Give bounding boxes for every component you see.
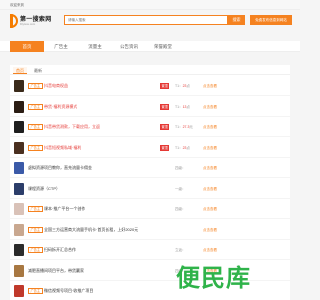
item-thumbnail xyxy=(14,182,24,195)
view-link[interactable]: 点击查看 xyxy=(203,227,217,233)
meta-label: 立返： xyxy=(175,248,186,252)
meta-unit: 元 xyxy=(189,125,193,129)
search-input[interactable] xyxy=(65,16,227,24)
listing-tabs: 首页 最新 xyxy=(10,65,290,75)
list-item[interactable]: 广告主 抖音短视频私域·福利 置顶 T1：23点 点击查看 xyxy=(10,138,290,158)
item-thumbnail xyxy=(14,80,24,92)
item-thumbnail xyxy=(14,100,24,113)
meta-unit: 点 xyxy=(186,104,191,109)
item-title[interactable]: 抖音带货测款，下载应用，立返 xyxy=(44,124,100,130)
item-meta: 四级： xyxy=(175,165,186,171)
pinned-badge: 置顶 xyxy=(160,83,170,89)
tab-latest[interactable]: 最新 xyxy=(31,67,45,74)
item-tag: 广告主 xyxy=(28,103,43,110)
list-item[interactable]: 课程资源（CTP） 一级： 点击查看 xyxy=(10,179,290,199)
meta-unit: 点 xyxy=(186,84,191,88)
search-button[interactable]: 搜索 xyxy=(228,15,245,25)
view-link[interactable]: 点击查看 xyxy=(203,206,217,212)
item-thumbnail xyxy=(14,244,24,256)
list-item[interactable]: 广告主 课本·推广平台一个创作 四级： 点击查看 xyxy=(10,199,290,219)
view-link[interactable]: 点击查看 xyxy=(203,104,217,110)
meta-unit: 点 xyxy=(186,145,191,150)
meta-label: T1： xyxy=(175,84,183,88)
list-item[interactable]: 广告主 带货·福利资源模式 置顶 T1：13点 点击查看 xyxy=(10,97,290,117)
meta-label: 一级： xyxy=(175,186,186,191)
item-tag: 广告主 xyxy=(28,144,43,151)
view-link[interactable]: 点击查看 xyxy=(203,83,217,89)
pinned-badge: 置顶 xyxy=(160,124,170,130)
view-link[interactable]: 点击查看 xyxy=(203,247,217,253)
item-title[interactable]: 课程资源（CTP） xyxy=(28,186,60,192)
list-item[interactable]: 广告主 抖音电商权益 置顶 T1：23点 点击查看 xyxy=(10,76,290,96)
item-tag: 广告主 xyxy=(28,288,43,294)
search-box xyxy=(64,15,228,25)
item-meta: T1：23点 xyxy=(175,83,190,89)
item-title[interactable]: 抖音电商权益 xyxy=(44,83,68,89)
item-thumbnail xyxy=(14,141,24,154)
item-tag: 广告主 xyxy=(28,247,43,253)
view-link[interactable]: 点击查看 xyxy=(203,145,217,151)
item-thumbnail xyxy=(14,223,24,236)
nav-item-advertiser[interactable]: 广告主 xyxy=(44,41,78,52)
item-meta: T1：27.3元 xyxy=(175,124,193,130)
pinned-badge: 置顶 xyxy=(160,144,170,151)
logo-icon xyxy=(10,14,18,28)
item-thumbnail xyxy=(14,285,24,297)
item-meta: 立返： xyxy=(175,247,186,253)
main-nav: 首页 广告主 流量主 公告资讯 荣誉殿堂 xyxy=(0,41,300,52)
view-link[interactable]: 点击查看 xyxy=(203,165,217,171)
item-thumbnail xyxy=(14,162,24,174)
item-title[interactable]: 扫码拆开汇总合作 xyxy=(44,247,76,253)
item-meta: 一级： xyxy=(175,186,186,192)
item-thumbnail xyxy=(14,121,24,133)
item-title[interactable]: 抖音短视频私域·福利 xyxy=(44,145,81,151)
meta-label: T1： xyxy=(175,104,183,109)
nav-item-news[interactable]: 公告资讯 xyxy=(112,41,146,52)
item-thumbnail xyxy=(14,264,24,277)
watermark: 便民库 xyxy=(176,265,251,292)
site-logo[interactable]: 第一搜索网 Diyisou.com xyxy=(10,13,54,29)
list-item[interactable]: 广告主 抖音带货测款，下载应用，立返 置顶 T1：27.3元 点击查看 xyxy=(10,117,290,137)
item-thumbnail xyxy=(14,203,24,215)
nav-item-home[interactable]: 首页 xyxy=(10,41,44,52)
item-meta: T1：13点 xyxy=(175,104,190,110)
meta-label: 四级： xyxy=(175,207,186,211)
meta-label: T1： xyxy=(175,125,183,129)
view-link[interactable]: 点击查看 xyxy=(203,186,217,192)
item-tag: 广告主 xyxy=(28,206,43,212)
item-title[interactable]: 微信视频号项目·收推广项目 xyxy=(44,288,93,294)
item-title[interactable]: 带货·福利资源模式 xyxy=(44,104,77,110)
item-tag: 广告主 xyxy=(28,226,43,233)
logo-subtitle: Diyisou.com xyxy=(20,22,36,26)
meta-label: T1： xyxy=(175,145,183,150)
list-item[interactable]: 广告主 扫码拆开汇总合作 立返： 点击查看 xyxy=(10,240,290,260)
item-title[interactable]: 全国三方运营商大流量手机卡·首页长租，上好2020元 xyxy=(44,227,138,233)
nav-item-traffic[interactable]: 流量主 xyxy=(78,41,112,52)
welcome-text: 欢迎来到 xyxy=(10,3,24,7)
meta-label: 四级： xyxy=(175,166,186,170)
item-title[interactable]: 虚拟资源项目教你，直充流量卡佣金 xyxy=(28,165,92,171)
list-item[interactable]: 虚拟资源项目教你，直充流量卡佣金 四级： 点击查看 xyxy=(10,158,290,178)
item-meta: T1：23点 xyxy=(175,145,190,151)
list-item[interactable]: 广告主 全国三方运营商大流量手机卡·首页长租，上好2020元 点击查看 xyxy=(10,220,290,240)
item-tag: 广告主 xyxy=(28,124,43,130)
item-tag: 广告主 xyxy=(28,83,43,89)
publish-button[interactable]: 免费发布信息到网站 xyxy=(250,15,292,25)
top-bar: 欢迎来到 xyxy=(0,0,300,10)
view-link[interactable]: 点击查看 xyxy=(203,124,217,130)
nav-item-honor[interactable]: 荣誉殿堂 xyxy=(146,41,180,52)
tab-home[interactable]: 首页 xyxy=(13,67,27,74)
item-title[interactable]: 课本·推广平台一个创作 xyxy=(44,206,85,212)
pinned-badge: 置顶 xyxy=(160,103,170,110)
item-meta: 四级： xyxy=(175,206,186,212)
item-title[interactable]: 减肥直播间项目平台，带货赢家 xyxy=(28,268,84,274)
